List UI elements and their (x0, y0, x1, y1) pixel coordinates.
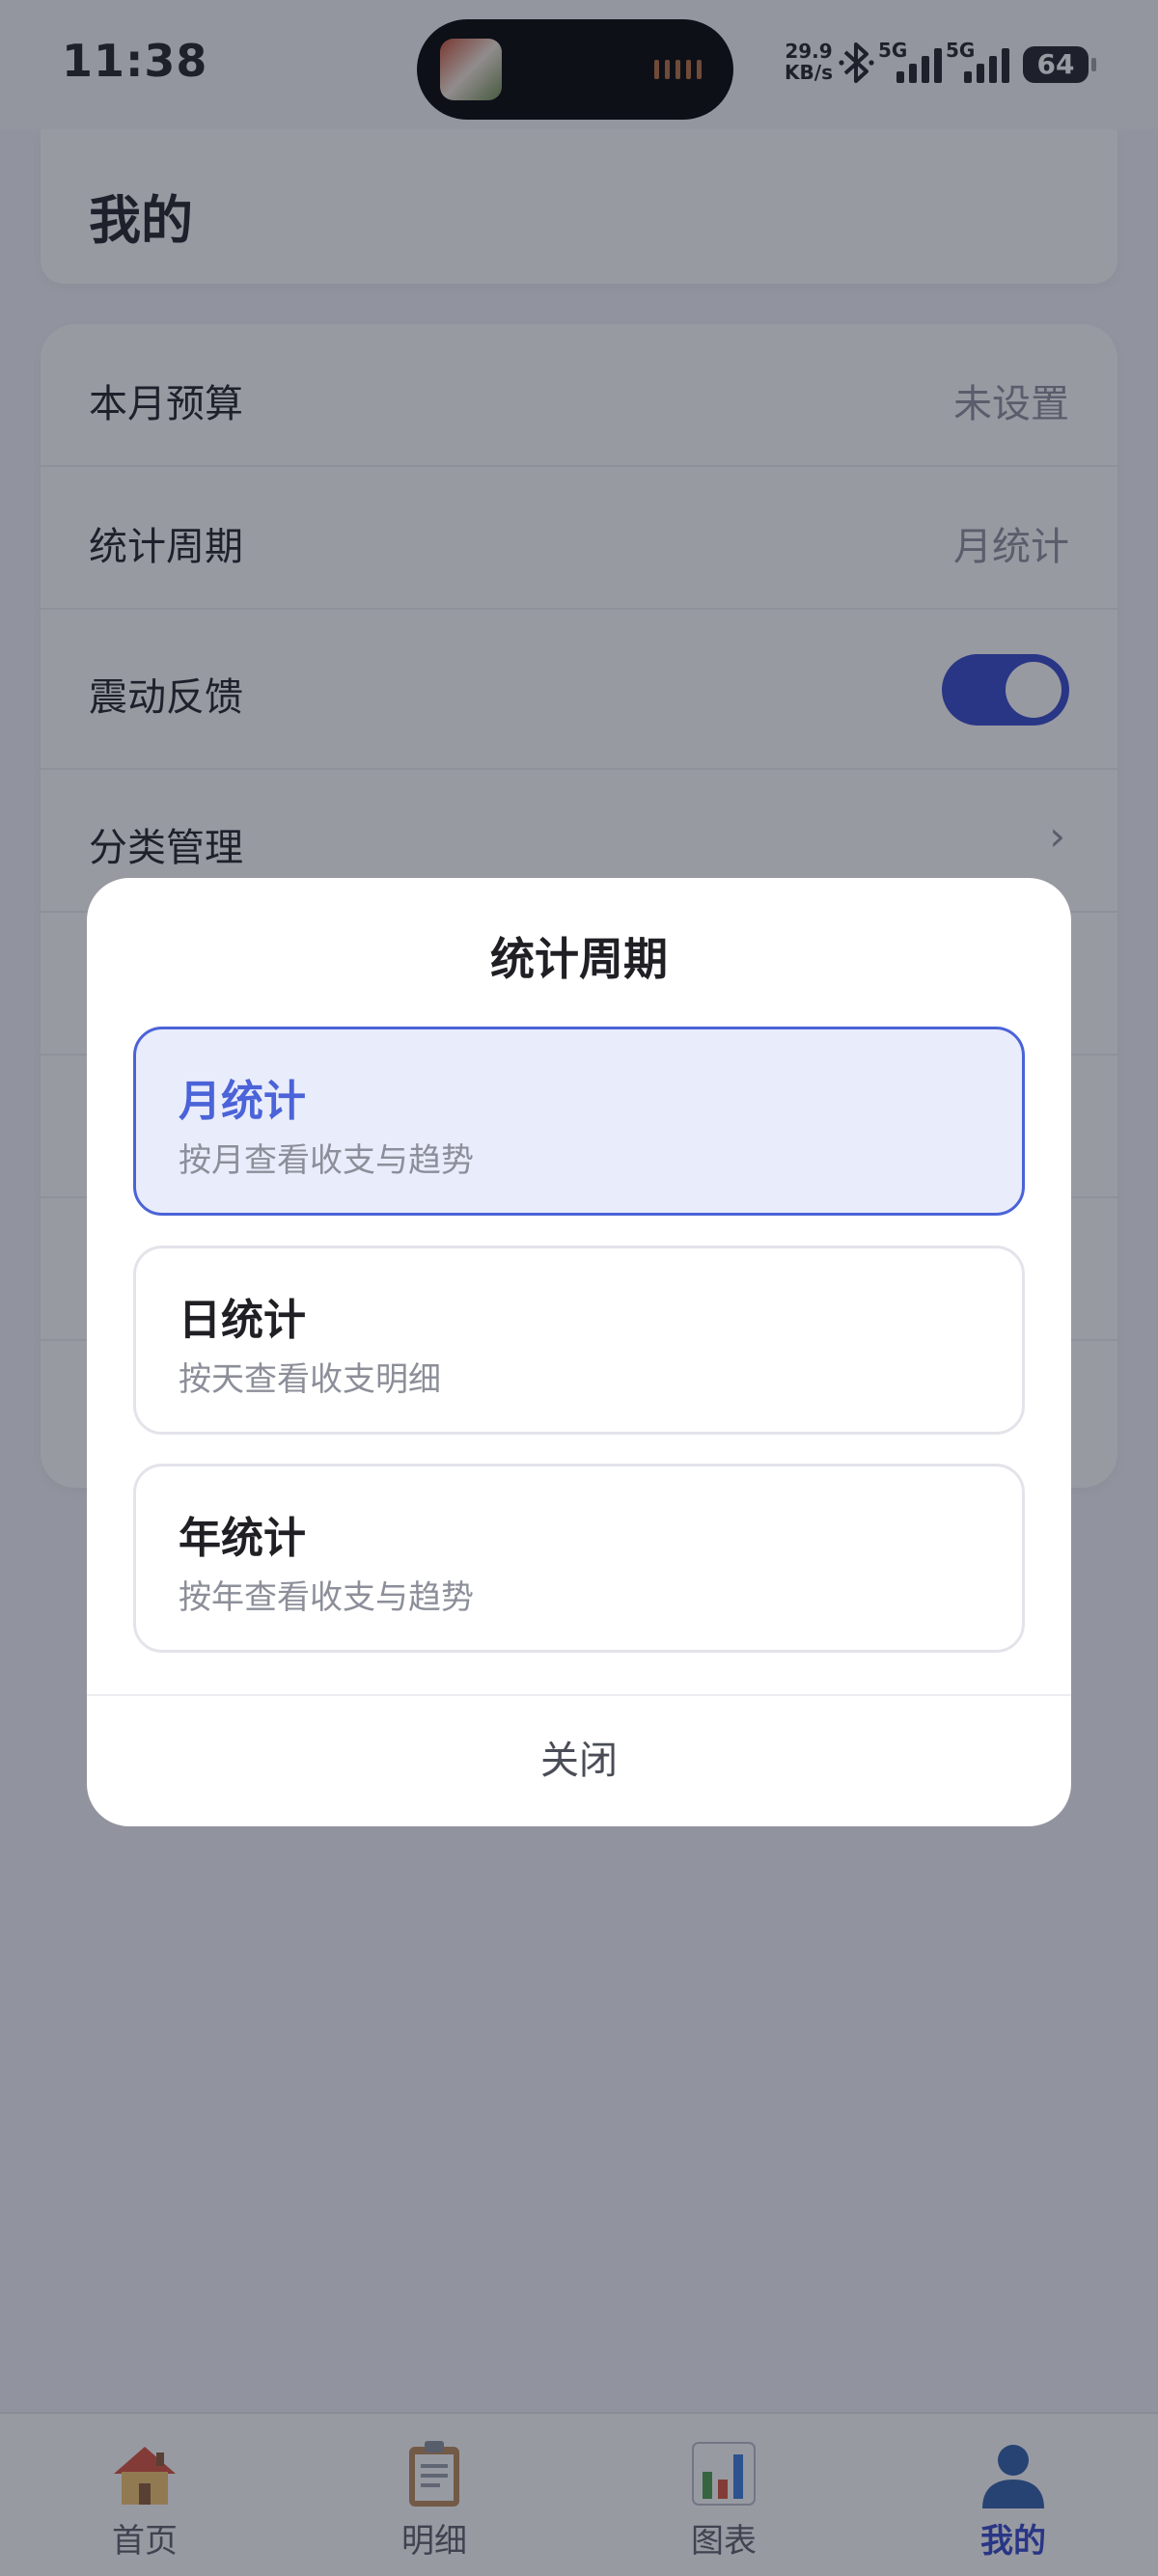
option-name-year: 年统计 (179, 1514, 306, 1563)
period-option-day[interactable]: 日统计 按天查看收支明细 (133, 1246, 1025, 1435)
dialog-title: 统计周期 (490, 933, 668, 985)
close-button[interactable]: 关闭 (87, 1696, 1071, 1826)
period-option-month[interactable]: 月统计 按月查看收支与趋势 (133, 1027, 1025, 1216)
option-name-month: 月统计 (179, 1077, 306, 1126)
period-option-year[interactable]: 年统计 按年查看收支与趋势 (133, 1464, 1025, 1653)
option-name-day: 日统计 (179, 1296, 306, 1345)
option-desc-month: 按月查看收支与趋势 (179, 1141, 474, 1180)
period-dialog: 统计周期 月统计 按月查看收支与趋势 日统计 按天查看收支明细 年统计 按年查看… (87, 878, 1071, 1826)
option-desc-day: 按天查看收支明细 (179, 1360, 441, 1399)
option-desc-year: 按年查看收支与趋势 (179, 1578, 474, 1617)
app-screen: 11:38 29.9 KB/s 5G 5G 64 我的 本月预算 未设置 统计周… (0, 0, 1158, 2576)
